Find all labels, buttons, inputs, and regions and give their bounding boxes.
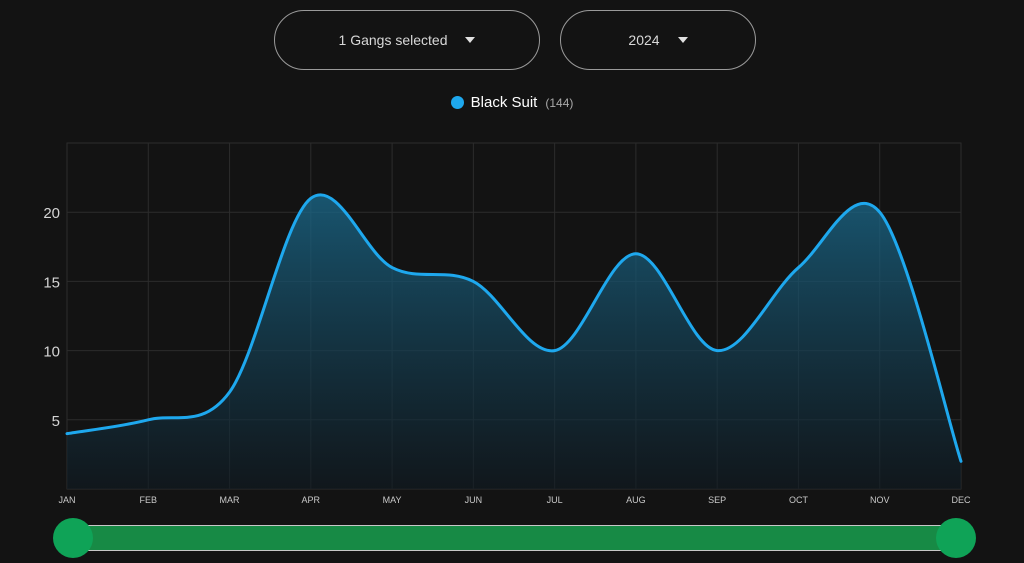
range-slider-end-handle[interactable] (936, 518, 976, 558)
x-tick-label: JUL (547, 495, 563, 505)
y-tick-label: 10 (43, 344, 60, 361)
x-tick-label: DEC (951, 495, 971, 505)
x-tick-label: MAY (383, 495, 402, 505)
x-tick-label: NOV (870, 495, 890, 505)
y-tick-label: 20 (43, 205, 60, 222)
range-slider-start-handle[interactable] (53, 518, 93, 558)
x-tick-label: JAN (58, 495, 75, 505)
y-tick-label: 5 (52, 413, 60, 430)
range-slider-track[interactable] (72, 525, 956, 551)
series-area-fill (67, 194, 961, 489)
dashboard: 1 Gangs selected 2024 Black Suit (144) 5… (0, 0, 1024, 563)
area-chart: 5 10 15 20 JAN FEB MAR APR MAY JUN JUL AUG SEP OCT NOV… (43, 142, 971, 505)
y-tick-label: 15 (43, 274, 60, 291)
x-tick-label: MAR (220, 495, 241, 505)
x-tick-label: APR (302, 495, 321, 505)
x-tick-label: AUG (626, 495, 646, 505)
x-tick-label: SEP (708, 495, 726, 505)
x-tick-label: OCT (789, 495, 809, 505)
x-tick-label: JUN (465, 495, 483, 505)
x-tick-label: FEB (140, 495, 158, 505)
